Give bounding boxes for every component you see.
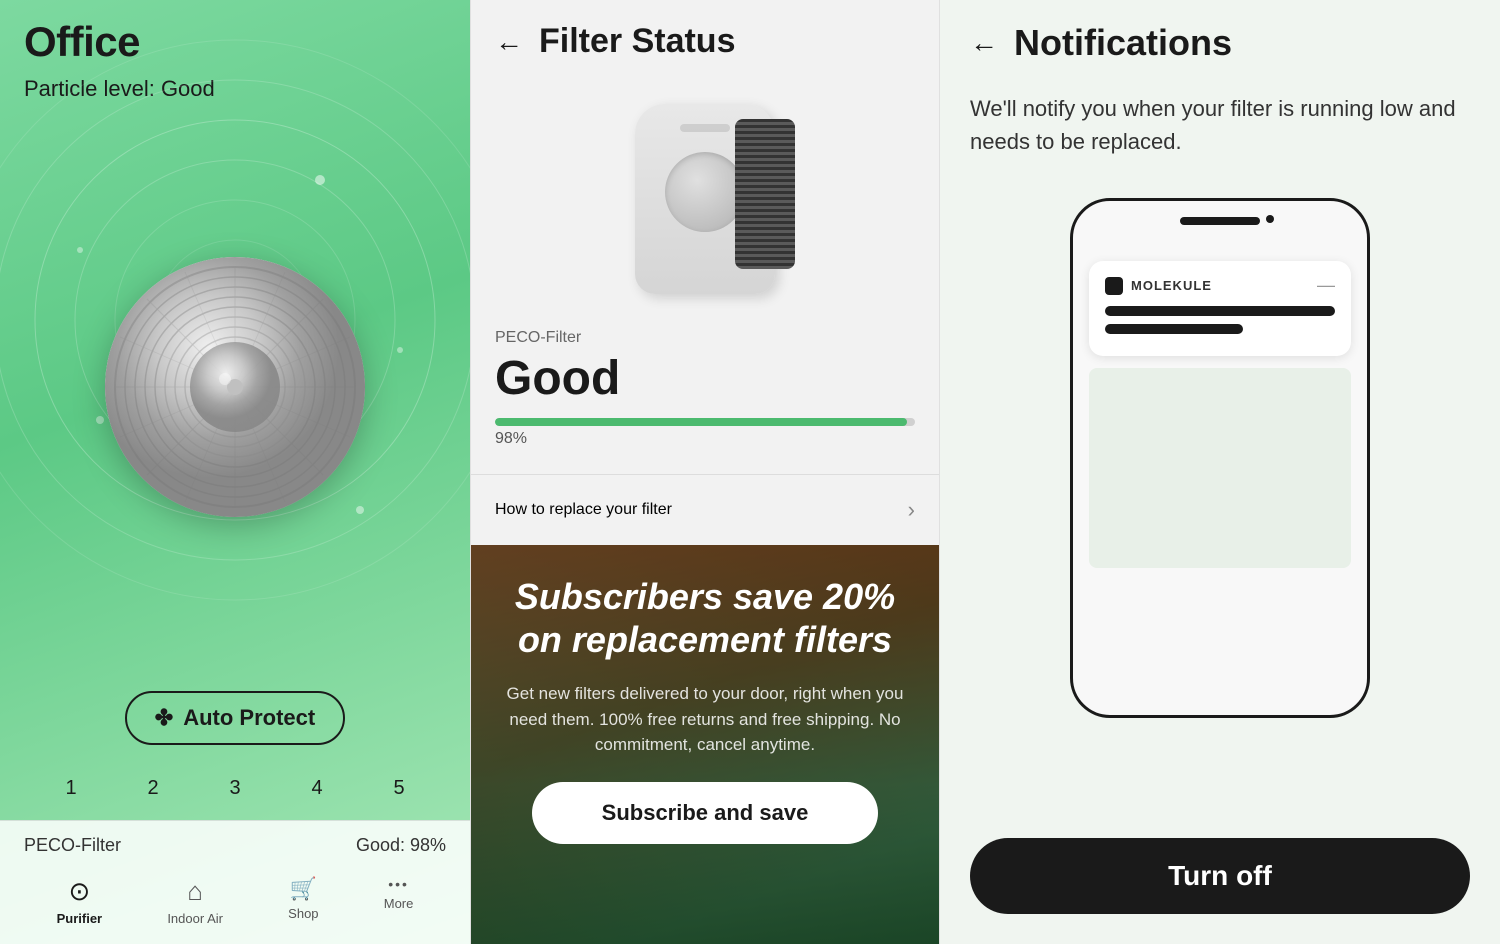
nav-indoor-air-label: Indoor Air: [167, 911, 223, 926]
filter-info-area: PECO-Filter Good 98%: [471, 329, 939, 454]
speed-indicators: 1 2 3 4 5: [0, 777, 470, 800]
purifier-nav-icon: ⊙: [68, 876, 90, 907]
notif-app-icon: [1105, 277, 1123, 295]
filter-panel-title: Filter Status: [539, 22, 735, 61]
turn-off-area: Turn off: [940, 818, 1500, 944]
auto-protect-label: Auto Protect: [183, 705, 315, 731]
purifier-display: [0, 82, 470, 691]
notif-app-name: MOLEKULE: [1131, 278, 1212, 293]
indoor-air-nav-icon: ⌂: [187, 876, 203, 907]
promo-banner: Subscribers save 20% on replacement filt…: [471, 545, 939, 944]
panel-filter: ← Filter Status PECO-Filter Good 98% How…: [470, 0, 940, 944]
promo-background: Subscribers save 20% on replacement filt…: [471, 545, 939, 944]
more-nav-icon: •••: [388, 876, 409, 892]
nav-more[interactable]: ••• More: [384, 876, 414, 926]
phone-screen-content: [1089, 368, 1351, 568]
filter-back-button[interactable]: ←: [495, 26, 523, 58]
nav-shop-label: Shop: [288, 906, 318, 921]
turn-off-button[interactable]: Turn off: [970, 838, 1470, 914]
bottom-nav: ⊙ Purifier ⌂ Indoor Air 🛒 Shop ••• More: [24, 868, 446, 930]
notif-card-header: MOLEKULE —: [1105, 275, 1335, 296]
promo-headline: Subscribers save 20% on replacement filt…: [501, 575, 909, 661]
speed-2[interactable]: 2: [147, 777, 158, 800]
replace-filter-row[interactable]: How to replace your filter ›: [471, 474, 939, 545]
filter-type-label: PECO-Filter: [495, 329, 915, 347]
filter-status: Good: 98%: [356, 835, 446, 856]
purifier-circle: [105, 257, 365, 517]
phone-mockup-area: MOLEKULE —: [940, 188, 1500, 818]
filter-image-area: [471, 79, 939, 329]
notif-line-1: [1105, 306, 1335, 316]
purifier-image: [605, 89, 805, 309]
nav-purifier[interactable]: ⊙ Purifier: [57, 876, 103, 926]
chevron-right-icon: ›: [908, 497, 915, 523]
filter-status-bar: PECO-Filter Good: 98%: [24, 835, 446, 856]
speed-3[interactable]: 3: [229, 777, 240, 800]
speed-5[interactable]: 5: [393, 777, 404, 800]
notifications-description: We'll notify you when your filter is run…: [940, 82, 1500, 188]
notifications-title: Notifications: [1014, 22, 1232, 64]
office-title: Office: [24, 18, 446, 66]
notification-card: MOLEKULE —: [1089, 261, 1351, 356]
phone-frame: MOLEKULE —: [1070, 198, 1370, 718]
filter-label: PECO-Filter: [24, 835, 121, 856]
nav-more-label: More: [384, 896, 414, 911]
panel-notifications: ← Notifications We'll notify you when yo…: [940, 0, 1500, 944]
nav-indoor-air[interactable]: ⌂ Indoor Air: [167, 876, 223, 926]
office-footer: PECO-Filter Good: 98% ⊙ Purifier ⌂ Indoo…: [0, 820, 470, 944]
promo-subtext: Get new filters delivered to your door, …: [501, 681, 909, 758]
replace-filter-text: How to replace your filter: [495, 501, 672, 519]
notif-line-2: [1105, 324, 1243, 334]
notifications-back-button[interactable]: ←: [970, 27, 998, 59]
phone-speaker: [1266, 215, 1274, 223]
phone-notch: [1180, 217, 1260, 225]
notif-dismiss-icon[interactable]: —: [1317, 275, 1335, 296]
shop-nav-icon: 🛒: [290, 876, 317, 902]
notif-app-info: MOLEKULE: [1105, 277, 1212, 295]
fan-icon: ✤: [155, 705, 173, 731]
filter-progress-container: 98%: [495, 418, 915, 448]
filter-panel-header: ← Filter Status: [471, 0, 939, 79]
filter-progress-fill: [495, 418, 907, 426]
filter-progress-label: 98%: [495, 430, 915, 448]
filter-progress-bg: [495, 418, 915, 426]
speed-4[interactable]: 4: [311, 777, 322, 800]
filter-condition-label: Good: [495, 351, 915, 406]
notifications-header: ← Notifications: [940, 0, 1500, 82]
speed-1[interactable]: 1: [65, 777, 76, 800]
purifier-filter-panel: [735, 119, 795, 269]
nav-shop[interactable]: 🛒 Shop: [288, 876, 318, 926]
subscribe-button[interactable]: Subscribe and save: [532, 782, 879, 844]
auto-protect-button[interactable]: ✤ Auto Protect: [125, 691, 345, 745]
nav-purifier-label: Purifier: [57, 911, 103, 926]
panel-office: Office Particle level: Good: [0, 0, 470, 944]
